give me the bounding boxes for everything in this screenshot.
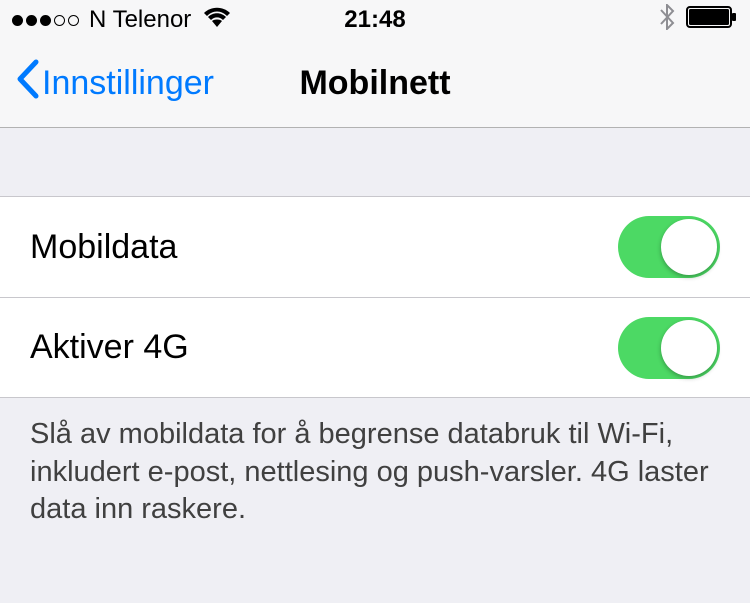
back-button[interactable]: Innstillinger [14,58,214,109]
mobildata-row: Mobildata [0,197,750,297]
aktiver-4g-row: Aktiver 4G [0,297,750,397]
bluetooth-icon [660,4,676,37]
aktiver-4g-toggle[interactable] [618,317,720,379]
content-area: Mobildata Aktiver 4G Slå av mobildata fo… [0,128,750,547]
page-title: Mobilnett [299,64,450,103]
status-bar-left: N Telenor [12,6,231,34]
back-label: Innstillinger [42,64,214,103]
settings-footer-text: Slå av mobildata for å begrense databruk… [0,398,750,547]
status-bar: N Telenor 21:48 [0,0,750,40]
nav-bar: Innstillinger Mobilnett [0,40,750,128]
chevron-left-icon [14,58,40,109]
wifi-icon [203,6,231,34]
aktiver-4g-label: Aktiver 4G [30,328,189,367]
settings-group: Mobildata Aktiver 4G [0,196,750,398]
signal-strength-icon [12,15,79,26]
status-time: 21:48 [344,6,405,34]
battery-icon [686,6,738,35]
carrier-label: N Telenor [89,6,191,34]
status-bar-right [660,4,738,37]
mobildata-toggle[interactable] [618,216,720,278]
spacer [0,128,750,196]
mobildata-label: Mobildata [30,228,177,267]
